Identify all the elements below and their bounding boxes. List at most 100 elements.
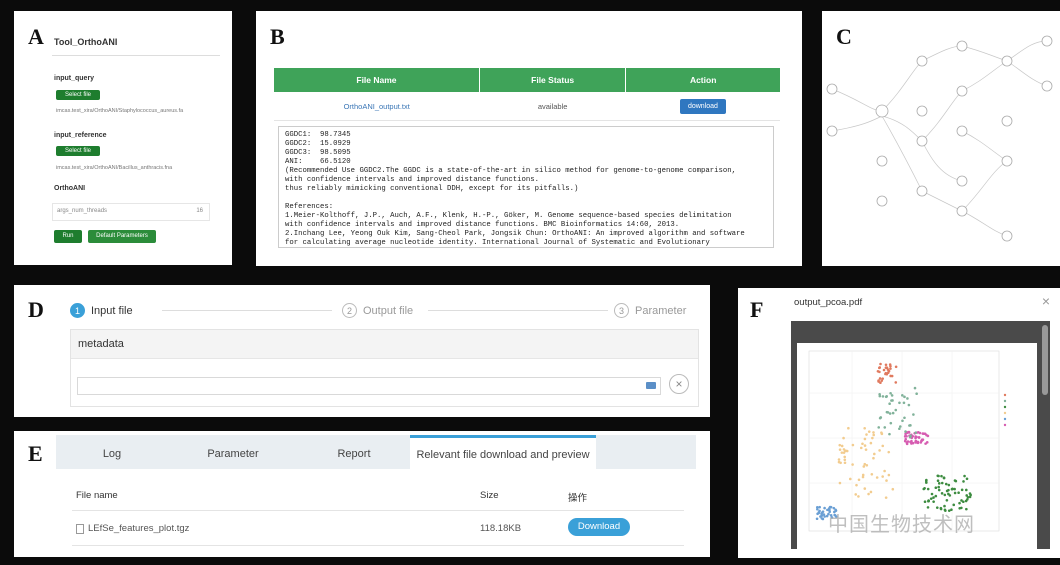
plot-point [888, 402, 891, 406]
plot-point [962, 500, 965, 504]
watermark: 中国生物技术网 [828, 514, 975, 536]
plot-point [818, 509, 821, 513]
param-name: args_num_threads [57, 208, 108, 214]
select-file-button-query[interactable]: Select file [56, 90, 100, 100]
plot-point [898, 427, 901, 431]
plot-point [920, 438, 924, 441]
threads-input[interactable]: args_num_threads 16 [52, 203, 210, 221]
divider [72, 510, 684, 511]
plot-point [937, 474, 940, 478]
select-file-button-reference[interactable]: Select file [56, 146, 100, 156]
panel-label-c: C [836, 24, 852, 49]
plot-point [909, 434, 912, 437]
plot-point [919, 441, 923, 444]
plot-point [861, 475, 865, 479]
plot-point [927, 499, 930, 502]
folder-icon[interactable] [646, 382, 656, 389]
plot-point [883, 469, 886, 473]
plot-point [857, 495, 860, 498]
input-query-label: input_query [54, 75, 95, 82]
plot-point [887, 369, 891, 373]
plot-point [917, 436, 921, 439]
plot-point [839, 461, 842, 465]
plot-point [851, 443, 855, 447]
plot-point [855, 483, 858, 487]
plot-point [885, 410, 889, 414]
plot-point [937, 485, 940, 489]
plot-point [844, 449, 847, 453]
param-value: 16 [196, 208, 203, 214]
step-output-file[interactable]: 2 Output file [342, 303, 413, 318]
plot-point [901, 394, 904, 397]
plot-point [932, 500, 935, 503]
plot-point [889, 391, 892, 395]
step-parameter[interactable]: 3 Parameter [614, 303, 686, 318]
plot-point [885, 395, 889, 398]
plot-point [887, 450, 891, 454]
plot-point [889, 374, 892, 378]
plot-point [838, 448, 842, 451]
default-parameters-button[interactable]: Default Parameters [88, 230, 156, 243]
plot-point [952, 503, 956, 507]
step-connector [162, 310, 332, 311]
plot-point [843, 461, 847, 465]
plot-point [877, 380, 880, 383]
tab-log[interactable]: Log [56, 435, 168, 469]
panel-d: 1 Input file 2 Output file 3 Parameter m… [14, 285, 710, 417]
plot-point [905, 441, 909, 444]
metadata-file-input[interactable] [77, 377, 661, 395]
col-file-name: File name [76, 490, 118, 501]
panel-label-b: B [270, 24, 285, 49]
plot-point [837, 458, 841, 461]
plot-point [911, 441, 915, 445]
tab-relevant-file[interactable]: Relevant file download and preview [410, 435, 596, 469]
panel-a: Tool_OrthoANI input_query Select file im… [14, 11, 232, 265]
plot-point [859, 446, 863, 450]
col-file-name: File Name [274, 68, 480, 92]
plot-point [872, 456, 875, 460]
plot-point [879, 362, 882, 366]
scrollbar[interactable] [1042, 325, 1048, 395]
plot-point [854, 493, 858, 496]
plot-point [816, 512, 819, 516]
plot-point [818, 505, 821, 509]
tab-report[interactable]: Report [298, 435, 410, 469]
file-icon [76, 523, 84, 534]
file-link[interactable]: OrthoANI_output.txt [344, 102, 410, 111]
plot-point [925, 481, 928, 484]
table-row: OrthoANI_output.txt available download [274, 92, 780, 121]
clear-icon[interactable]: × [669, 374, 689, 394]
plot-point [964, 488, 968, 492]
plot-point [823, 506, 826, 510]
plot-point [872, 431, 875, 434]
plot-point [912, 413, 915, 416]
download-button[interactable]: download [679, 98, 726, 114]
tab-parameter[interactable]: Parameter [168, 435, 298, 469]
plot-point [898, 401, 901, 405]
plot-point [840, 444, 844, 448]
file-name: LEfSe_features_plot.tgz [88, 523, 190, 534]
plot-point [958, 501, 961, 505]
plot-point [878, 392, 881, 396]
plot-point [864, 448, 868, 451]
step-3-badge: 3 [614, 303, 629, 318]
plot-point [944, 482, 948, 486]
close-icon[interactable]: × [1042, 293, 1050, 309]
step-input-file[interactable]: 1 Input file [70, 303, 133, 318]
plot-point [851, 463, 854, 466]
plot-point [865, 433, 868, 436]
plot-point [937, 482, 941, 485]
download-button[interactable]: Download [568, 518, 630, 536]
run-button[interactable]: Run [54, 230, 82, 243]
plot-point [838, 443, 842, 447]
panel-label-d: D [28, 297, 44, 322]
plot-point [909, 424, 912, 427]
plot-point [894, 381, 898, 384]
output-text: GGDC1: 98.7345 GGDC2: 15.0929 GGDC3: 98.… [278, 126, 774, 248]
plot-point [905, 434, 908, 438]
plot-point [891, 411, 895, 415]
plot-point [915, 392, 918, 396]
step-3-label: Parameter [635, 304, 687, 317]
plot-point [878, 366, 882, 369]
plot-point [882, 368, 886, 372]
